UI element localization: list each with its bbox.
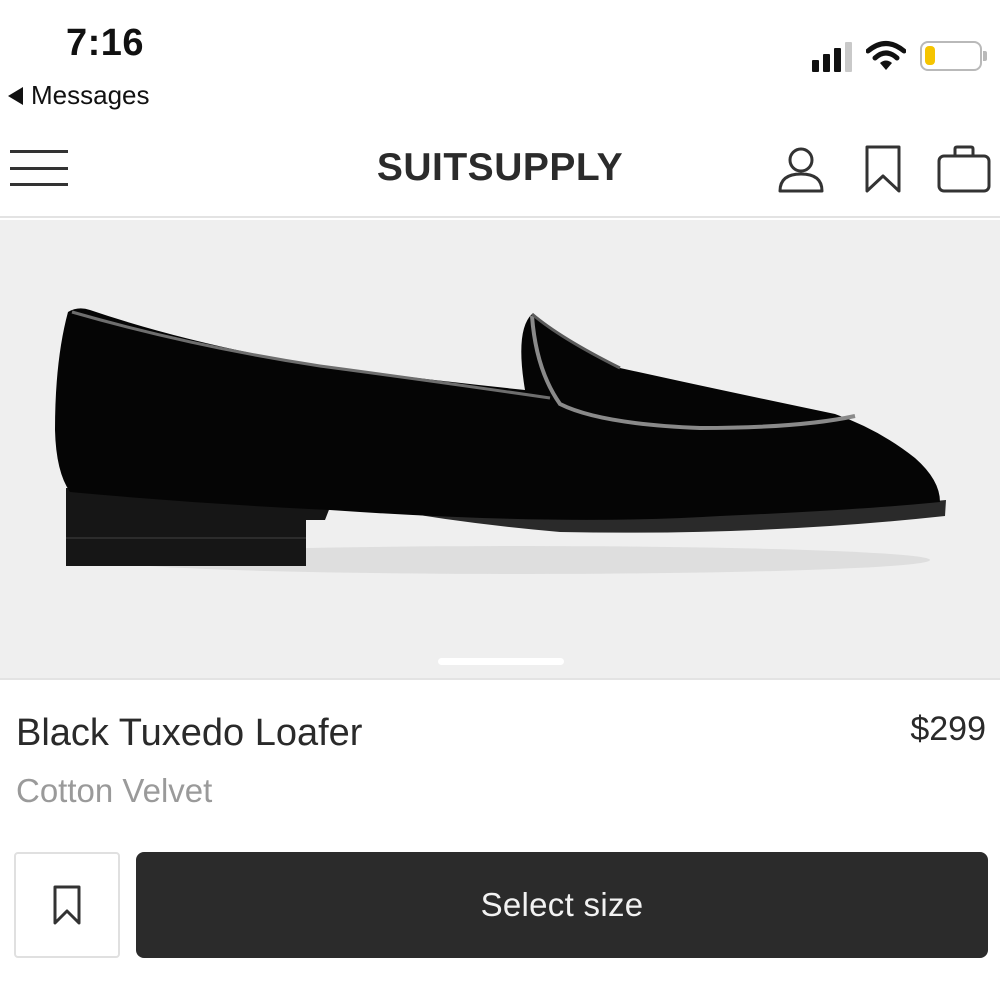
status-time: 7:16 — [66, 22, 145, 64]
product-image-carousel[interactable] — [0, 220, 1000, 680]
back-link-label: Messages — [31, 80, 150, 110]
product-price: $299 — [910, 710, 986, 748]
wifi-icon — [866, 41, 906, 70]
back-to-messages-link[interactable]: Messages — [8, 80, 150, 111]
brand-logo[interactable]: SUITSUPPLY — [0, 146, 1000, 190]
battery-icon — [920, 41, 987, 71]
status-icons — [812, 40, 987, 72]
back-arrow-icon — [8, 86, 23, 105]
battery-level-fill — [925, 46, 935, 65]
bookmark-icon — [53, 885, 81, 925]
app-header: SUITSUPPLY — [0, 120, 1000, 218]
status-bar: 7:16 Messages — [0, 0, 1000, 120]
shopping-bag-icon[interactable] — [936, 144, 992, 194]
cellular-signal-icon — [812, 40, 852, 72]
select-size-button[interactable]: Select size — [136, 852, 988, 958]
product-name: Black Tuxedo Loafer — [16, 712, 363, 754]
carousel-indicator[interactable] — [438, 658, 564, 665]
account-icon[interactable] — [776, 144, 826, 194]
shoe-icon — [55, 308, 946, 574]
wishlist-button[interactable] — [14, 852, 120, 958]
product-material: Cotton Velvet — [16, 772, 213, 809]
bookmark-icon[interactable] — [864, 144, 902, 194]
